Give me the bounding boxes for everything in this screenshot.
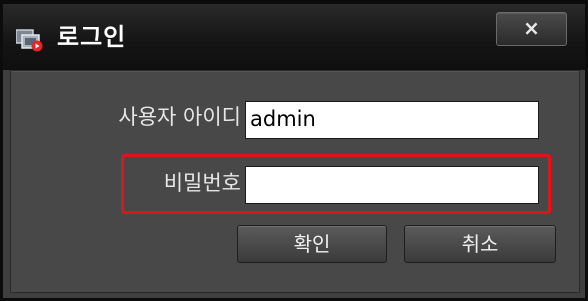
- login-form: 사용자 아이디 admin 비밀번호 확인 취소: [10, 70, 580, 293]
- cancel-button[interactable]: 취소: [404, 225, 556, 263]
- userid-input[interactable]: admin: [245, 101, 539, 139]
- close-button[interactable]: ×: [496, 12, 567, 46]
- monitor-record-icon: [15, 26, 44, 52]
- login-dialog: 로그인 × 사용자 아이디 admin 비밀번호 확인 취소: [0, 0, 588, 301]
- title-bar: 로그인 ×: [3, 4, 585, 70]
- ok-button[interactable]: 확인: [237, 225, 387, 263]
- userid-label: 사용자 아이디: [118, 105, 241, 129]
- password-label: 비밀번호: [163, 171, 241, 195]
- dialog-title: 로그인: [57, 23, 127, 51]
- password-input[interactable]: [245, 166, 539, 204]
- close-icon: ×: [523, 16, 540, 40]
